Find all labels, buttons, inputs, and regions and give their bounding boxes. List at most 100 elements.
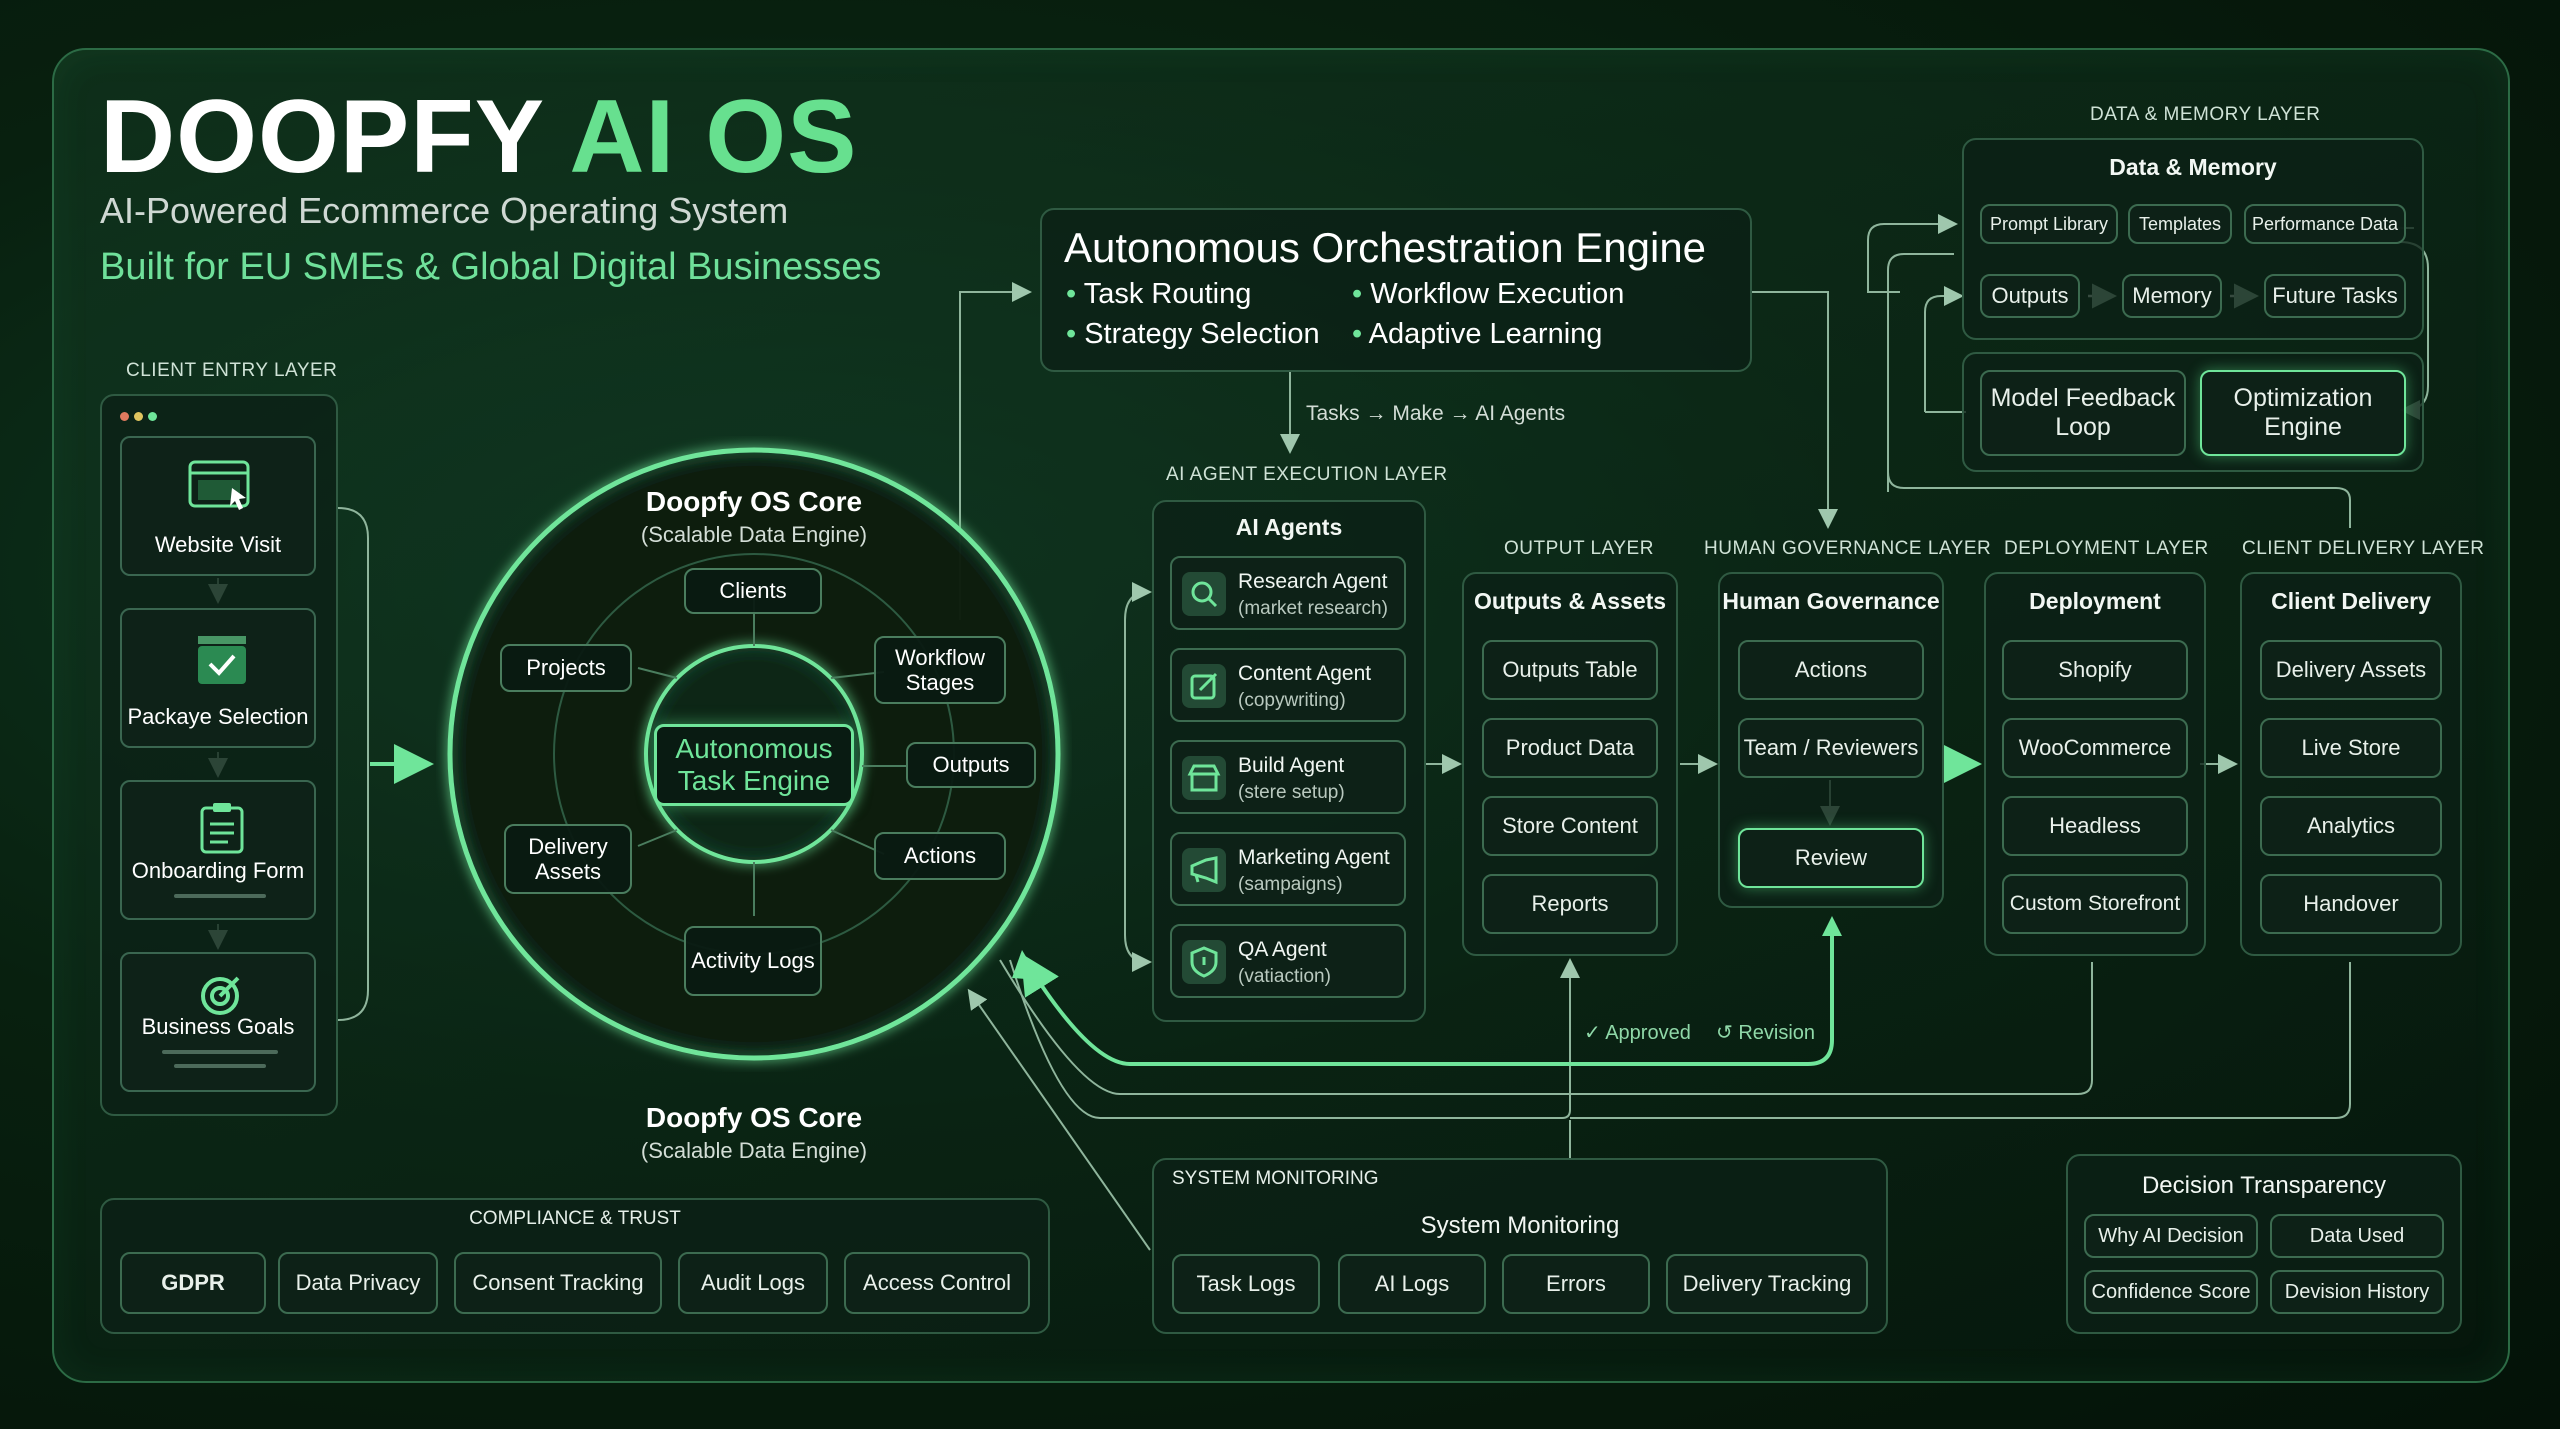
- agent-sub: (sampaigns): [1238, 874, 1343, 895]
- monitor-delivery-tracking[interactable]: Delivery Tracking: [1666, 1254, 1868, 1314]
- data-memory-title: Data & Memory: [2109, 154, 2277, 180]
- monitor-ai-logs[interactable]: AI Logs: [1338, 1254, 1486, 1314]
- title-doopfy: DOOPFY: [100, 79, 544, 195]
- client-delivery-layer-label: CLIENT DELIVERY LAYER: [2242, 538, 2485, 559]
- core-node-activity-logs[interactable]: Activity Logs: [684, 926, 822, 996]
- memory-memory[interactable]: Memory: [2122, 274, 2222, 318]
- agent-name: Marketing Agent: [1238, 846, 1390, 869]
- core-node-actions[interactable]: Actions: [874, 832, 1006, 880]
- core-subtitle: (Scalable Data Engine): [640, 522, 868, 547]
- memory-future-tasks[interactable]: Future Tasks: [2264, 274, 2406, 318]
- agent-sub: (market research): [1238, 598, 1388, 619]
- entry-website-visit[interactable]: Website Visit: [120, 436, 316, 576]
- edit-icon: [1182, 664, 1226, 708]
- page-title: DOOPFY AI OS: [100, 78, 857, 197]
- output-reports[interactable]: Reports: [1482, 874, 1658, 934]
- delivery-assets[interactable]: Delivery Assets: [2260, 640, 2442, 700]
- search-icon: [1182, 572, 1226, 616]
- deploy-woocommerce[interactable]: WooCommerce: [2002, 718, 2188, 778]
- agent-sub: (vatiaction): [1238, 966, 1331, 987]
- subtitle: AI-Powered Ecommerce Operating System: [100, 190, 789, 231]
- agent-sub: (stere setup): [1238, 782, 1345, 803]
- entry-onboarding-form[interactable]: Onboarding Form: [120, 780, 316, 920]
- orchestration-title: Autonomous Orchestration Engine: [1064, 224, 1707, 271]
- agents-title: AI Agents: [1235, 514, 1343, 540]
- autonomous-task-engine[interactable]: Autonomous Task Engine: [654, 724, 854, 806]
- monitoring-title: System Monitoring: [1420, 1212, 1620, 1239]
- memory-outputs[interactable]: Outputs: [1980, 274, 2080, 318]
- memory-performance-data[interactable]: Performance Data: [2244, 204, 2406, 244]
- core-node-workflow-stages[interactable]: Workflow Stages: [874, 636, 1006, 704]
- compliance-data-privacy[interactable]: Data Privacy: [278, 1252, 438, 1314]
- delivery-live-store[interactable]: Live Store: [2260, 718, 2442, 778]
- refresh-icon: ↺: [1716, 1022, 1739, 1044]
- governance-actions[interactable]: Actions: [1738, 640, 1924, 700]
- outputs-title: Outputs & Assets: [1473, 588, 1667, 614]
- decorative-bar: [174, 1064, 266, 1068]
- agent-name: Build Agent: [1238, 754, 1345, 777]
- compliance-consent-tracking[interactable]: Consent Tracking: [454, 1252, 662, 1314]
- deploy-headless[interactable]: Headless: [2002, 796, 2188, 856]
- transparency-why-ai-decision[interactable]: Why AI Decision: [2084, 1214, 2258, 1258]
- core-node-outputs[interactable]: Outputs: [906, 742, 1036, 788]
- tagline: Built for EU SMEs & Global Digital Busin…: [100, 246, 882, 288]
- monitor-task-logs[interactable]: Task Logs: [1172, 1254, 1320, 1314]
- output-outputs-table[interactable]: Outputs Table: [1482, 640, 1658, 700]
- agent-content[interactable]: Content Agent (copywriting): [1170, 648, 1406, 722]
- optimization-engine[interactable]: Optimization Engine: [2200, 370, 2406, 456]
- governance-layer-label: HUMAN GOVERNANCE LAYER: [1704, 538, 1992, 559]
- governance-review-button[interactable]: Review: [1738, 828, 1924, 888]
- tasks-flow-label: Tasks → Make → AI Agents: [1306, 402, 1566, 425]
- delivery-analytics[interactable]: Analytics: [2260, 796, 2442, 856]
- entry-business-goals[interactable]: Business Goals: [120, 952, 316, 1092]
- package-check-icon: [198, 636, 246, 684]
- core-node-clients[interactable]: Clients: [684, 568, 822, 614]
- delivery-handover[interactable]: Handover: [2260, 874, 2442, 934]
- window-dot-red: [120, 412, 129, 421]
- agent-build[interactable]: Build Agent (stere setup): [1170, 740, 1406, 814]
- store-icon: [1182, 756, 1226, 800]
- compliance-audit-logs[interactable]: Audit Logs: [678, 1252, 828, 1314]
- title-ai-os: AI OS: [569, 79, 858, 195]
- agent-qa[interactable]: QA Agent (vatiaction): [1170, 924, 1406, 998]
- client-delivery-title: Client Delivery: [2271, 588, 2431, 614]
- transparency-data-used[interactable]: Data Used: [2270, 1214, 2444, 1258]
- orchestration-bullet: • Workflow Execution: [1352, 278, 1625, 310]
- agent-marketing[interactable]: Marketing Agent (sampaigns): [1170, 832, 1406, 906]
- memory-prompt-library[interactable]: Prompt Library: [1980, 204, 2118, 244]
- core-node-projects[interactable]: Projects: [500, 644, 632, 692]
- deploy-shopify[interactable]: Shopify: [2002, 640, 2188, 700]
- compliance-access-control[interactable]: Access Control: [844, 1252, 1030, 1314]
- output-product-data[interactable]: Product Data: [1482, 718, 1658, 778]
- entry-label: Business Goals: [141, 1014, 295, 1039]
- entry-label: Website Visit: [154, 532, 282, 557]
- model-feedback-loop[interactable]: Model Feedback Loop: [1980, 370, 2186, 456]
- core-bottom-title: Doopfy OS Core: [645, 1102, 863, 1133]
- governance-team-reviewers[interactable]: Team / Reviewers: [1738, 718, 1924, 778]
- core-node-delivery-assets[interactable]: Delivery Assets: [504, 824, 632, 894]
- agent-research[interactable]: Research Agent (market research): [1170, 556, 1406, 630]
- entry-label: Packaye Selection: [127, 704, 309, 729]
- window-dot-yellow: [134, 412, 143, 421]
- output-store-content[interactable]: Store Content: [1482, 796, 1658, 856]
- window-dot-green: [148, 412, 157, 421]
- agents-layer-label: AI AGENT EXECUTION LAYER: [1166, 464, 1448, 485]
- transparency-decision-history[interactable]: Devision History: [2270, 1270, 2444, 1314]
- data-memory-layer-label: DATA & MEMORY LAYER: [2090, 104, 2321, 125]
- shield-icon: [1182, 940, 1226, 984]
- output-layer-label: OUTPUT LAYER: [1504, 538, 1654, 559]
- transparency-confidence-score[interactable]: Confidence Score: [2084, 1270, 2258, 1314]
- compliance-title: COMPLIANCE & TRUST: [469, 1208, 681, 1229]
- memory-templates[interactable]: Templates: [2128, 204, 2232, 244]
- deployment-layer-label: DEPLOYMENT LAYER: [2004, 538, 2209, 559]
- monitor-errors[interactable]: Errors: [1502, 1254, 1650, 1314]
- deploy-custom-storefront[interactable]: Custom Storefront: [2002, 874, 2188, 934]
- entry-package-selection[interactable]: Packaye Selection: [120, 608, 316, 748]
- orchestration-bullet: • Task Routing: [1066, 278, 1252, 310]
- transparency-title: Decision Transparency: [2141, 1172, 2387, 1199]
- agent-sub: (copywriting): [1238, 690, 1346, 711]
- compliance-gdpr[interactable]: GDPR: [120, 1252, 266, 1314]
- core-title: Doopfy OS Core: [645, 486, 863, 517]
- orchestration-bullet: • Strategy Selection: [1066, 318, 1320, 350]
- governance-title: Human Governance: [1722, 588, 1940, 614]
